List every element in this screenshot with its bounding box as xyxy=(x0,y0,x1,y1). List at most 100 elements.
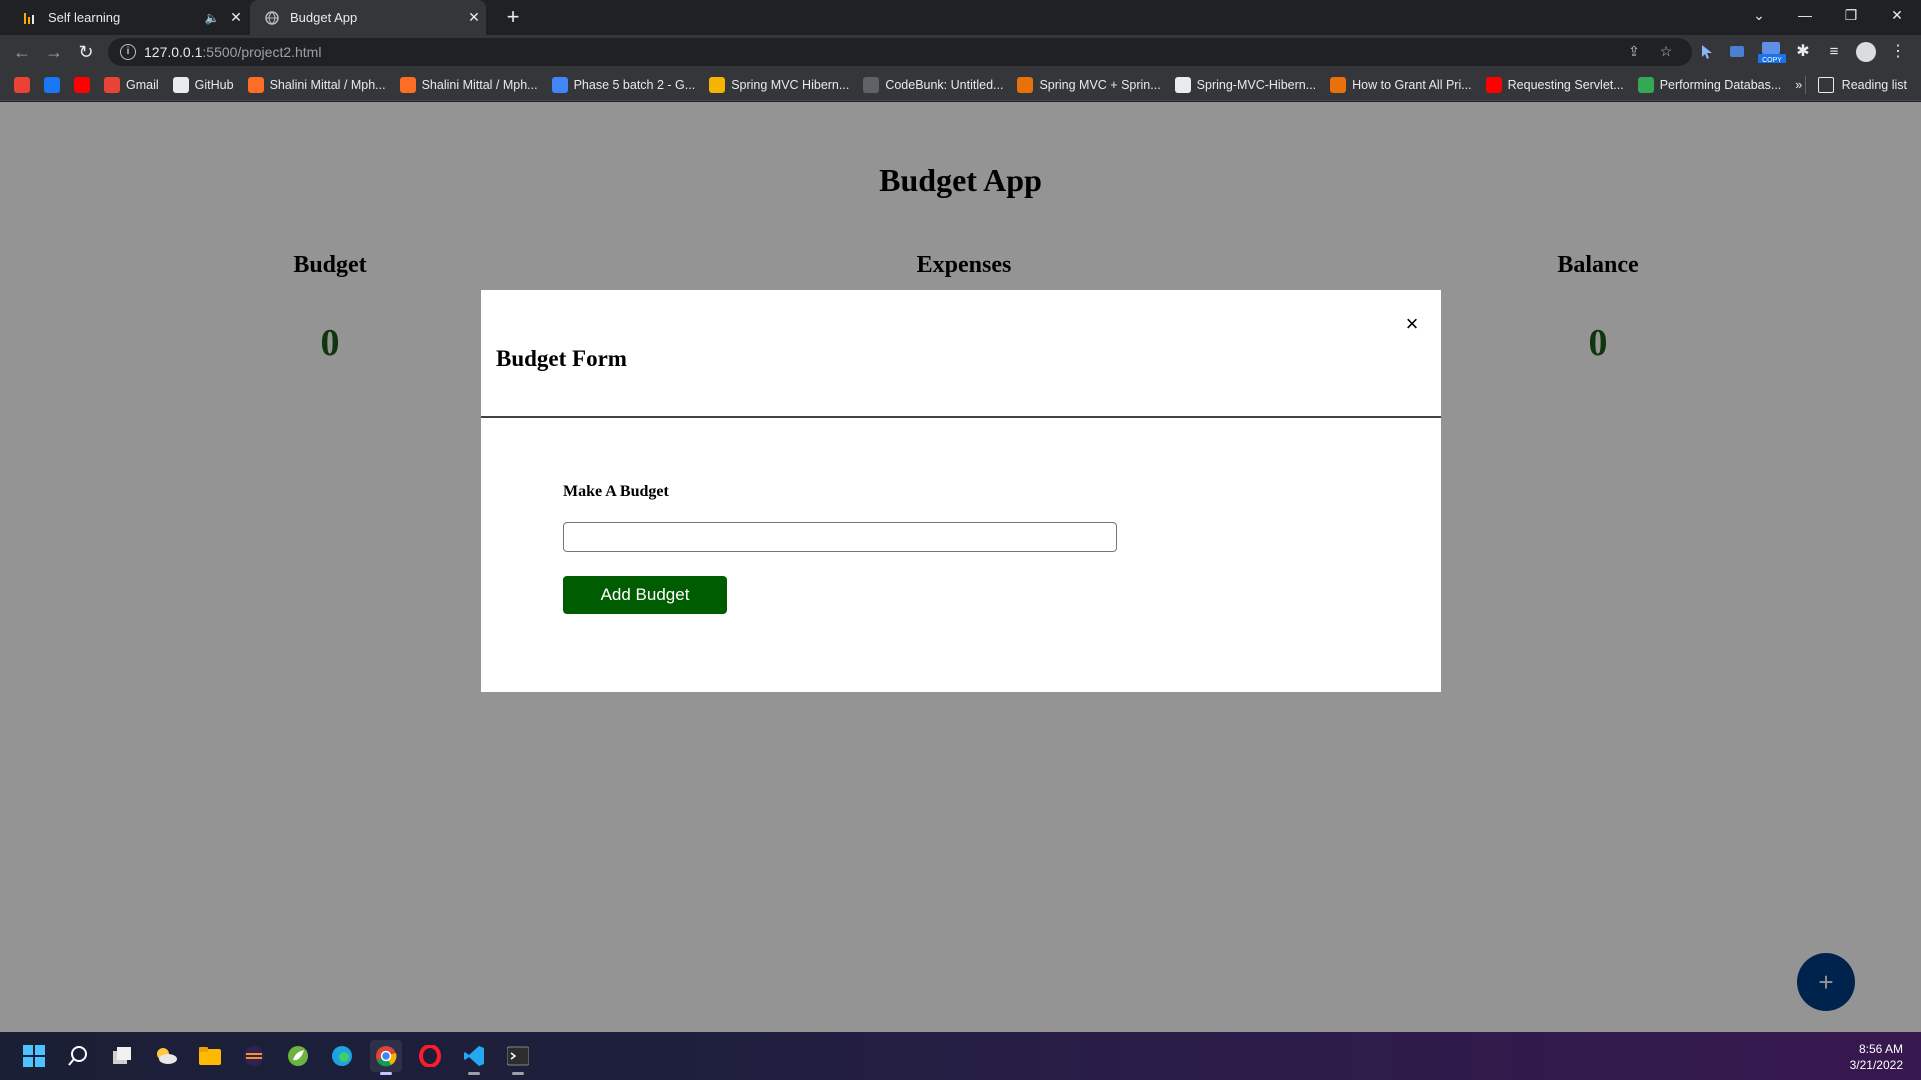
bookmark-item[interactable]: Performing Databas... xyxy=(1637,76,1782,93)
bar-chart-icon xyxy=(22,10,38,26)
forward-icon[interactable]: → xyxy=(42,40,66,64)
bookmark-item[interactable]: Gmail xyxy=(104,76,159,93)
javatpoint-icon xyxy=(1017,76,1034,93)
close-tab-icon[interactable]: ✕ xyxy=(224,9,248,26)
minimize-button[interactable]: — xyxy=(1782,0,1828,30)
tab-search-icon[interactable]: ⌄ xyxy=(1736,0,1782,30)
tab-self-learning[interactable]: Self learning 🔈 ✕ xyxy=(8,0,248,35)
tab-budget-app[interactable]: Budget App ✕ xyxy=(250,0,486,35)
bookmark-item[interactable]: How to Grant All Pri... xyxy=(1330,76,1472,93)
windows-start-icon[interactable] xyxy=(18,1040,50,1072)
weather-icon[interactable] xyxy=(150,1040,182,1072)
globe-icon xyxy=(1174,76,1191,93)
media-queue-icon[interactable]: ≡ xyxy=(1824,42,1844,62)
link-icon xyxy=(1637,76,1654,93)
bookmark-label: Gmail xyxy=(126,77,159,92)
bookmark-label: Shalini Mittal / Mph... xyxy=(269,77,386,92)
bookmark-label: Spring MVC Hibern... xyxy=(731,77,850,92)
spring-tool-suite-icon[interactable] xyxy=(282,1040,314,1072)
search-icon[interactable] xyxy=(62,1040,94,1072)
reading-list-label: Reading list xyxy=(1841,78,1907,92)
clock-date: 3/21/2022 xyxy=(1849,1058,1903,1072)
bookmarks-overflow-icon[interactable]: » xyxy=(1795,78,1802,92)
bookmark-item[interactable]: Requesting Servlet... xyxy=(1485,76,1624,93)
gitlab-icon xyxy=(247,76,264,93)
alert-icon xyxy=(1330,76,1347,93)
youtube-icon xyxy=(74,76,90,93)
tab-strip: Self learning 🔈 ✕ Budget App ✕ + ⌄ — ❐ ✕ xyxy=(0,0,1921,35)
bookmark-label: Spring-MVC-Hibern... xyxy=(1196,77,1317,92)
terminal-icon[interactable] xyxy=(502,1040,534,1075)
reading-list-icon xyxy=(1817,77,1834,93)
extension-cursor-icon[interactable] xyxy=(1697,42,1717,62)
bookmark-label: How to Grant All Pri... xyxy=(1352,77,1472,92)
budget-field-label: Make A Budget xyxy=(563,483,669,500)
edge-icon[interactable] xyxy=(326,1040,358,1072)
globe-icon xyxy=(264,10,280,26)
tab-title: Budget App xyxy=(290,10,358,25)
bookmark-item[interactable]: GitHub xyxy=(172,76,234,93)
back-icon[interactable]: ← xyxy=(10,40,34,64)
reading-list-button[interactable]: Reading list xyxy=(1804,69,1907,101)
menu-kebab-icon[interactable]: ⋮ xyxy=(1888,42,1908,62)
bookmark-label: Spring MVC + Sprin... xyxy=(1039,77,1161,92)
page-icon xyxy=(709,76,726,93)
budget-input[interactable] xyxy=(563,522,1117,552)
vscode-icon[interactable] xyxy=(458,1040,490,1075)
modal-title: Budget Form xyxy=(496,346,627,371)
address-bar[interactable]: i 127.0.0.1:5500/project2.html xyxy=(108,38,1692,66)
url-path: :5500/project2.html xyxy=(202,44,322,60)
file-explorer-icon[interactable] xyxy=(194,1040,226,1072)
modal-header: Budget Form × xyxy=(481,290,1441,418)
bookmark-label: Performing Databas... xyxy=(1659,77,1782,92)
restore-button[interactable]: ❐ xyxy=(1828,0,1874,30)
site-info-icon[interactable]: i xyxy=(120,44,136,60)
profile-avatar[interactable] xyxy=(1856,42,1876,62)
bookmark-label: Phase 5 batch 2 - G... xyxy=(573,77,696,92)
url-host: 127.0.0.1 xyxy=(144,44,203,60)
bookmark-item[interactable]: Spring MVC + Sprin... xyxy=(1017,76,1161,93)
bookmark-item[interactable]: Spring-MVC-Hibern... xyxy=(1174,76,1317,93)
close-icon[interactable]: × xyxy=(1400,312,1424,336)
browser-toolbar: ← → ↻ i 127.0.0.1:5500/project2.html ⇪ ☆… xyxy=(0,35,1921,69)
bookmarks-bar: Gmail GitHub Shalini Mittal / Mph... Shalin… xyxy=(0,69,1921,101)
system-clock[interactable]: 8:56 AM 3/21/2022 xyxy=(1850,1041,1903,1073)
puzzle-extensions-icon[interactable]: ✱ xyxy=(1793,42,1813,62)
eclipse-icon[interactable] xyxy=(238,1040,270,1072)
bookmark-item[interactable]: Phase 5 batch 2 - G... xyxy=(551,76,696,93)
close-tab-icon[interactable]: ✕ xyxy=(462,9,486,26)
bookmark-item[interactable]: CodeBunk: Untitled... xyxy=(863,76,1004,93)
tab-title: Self learning xyxy=(48,10,121,25)
speaker-icon[interactable]: 🔈 xyxy=(202,11,222,25)
new-tab-button[interactable]: + xyxy=(500,4,526,30)
facebook-icon xyxy=(44,76,60,93)
share-icon[interactable]: ⇪ xyxy=(1624,41,1644,61)
divider xyxy=(1804,76,1806,94)
youtube-icon xyxy=(1485,76,1502,93)
budget-form-modal: Budget Form × Make A Budget Add Budget xyxy=(481,290,1441,692)
clock-time: 8:56 AM xyxy=(1858,1042,1903,1056)
bookmark-item[interactable]: Shalini Mittal / Mph... xyxy=(247,76,386,93)
web-page: Budget App Budget 0 Expenses Balance 0 +… xyxy=(0,102,1921,1032)
reload-icon[interactable]: ↻ xyxy=(74,40,98,64)
opera-icon[interactable] xyxy=(414,1040,446,1072)
svg-text:COPY: COPY xyxy=(1762,57,1782,64)
close-window-button[interactable]: ✕ xyxy=(1874,0,1920,30)
bookmark-item[interactable] xyxy=(74,76,90,93)
add-budget-button[interactable]: Add Budget xyxy=(563,576,727,614)
windows-taskbar: 8:56 AM 3/21/2022 xyxy=(0,1032,1921,1080)
bookmark-item[interactable]: Spring MVC Hibern... xyxy=(709,76,850,93)
chrome-icon[interactable] xyxy=(370,1040,402,1075)
extension-copy-icon[interactable]: COPY xyxy=(1758,42,1786,64)
bookmark-label: GitHub xyxy=(194,77,234,92)
bookmark-item[interactable]: Shalini Mittal / Mph... xyxy=(399,76,538,93)
gitlab-icon xyxy=(399,76,416,93)
bookmark-label: Requesting Servlet... xyxy=(1507,77,1624,92)
task-view-icon[interactable] xyxy=(106,1040,138,1072)
bookmark-item[interactable] xyxy=(14,76,30,93)
bookmark-star-icon[interactable]: ☆ xyxy=(1656,41,1676,61)
codebunk-icon xyxy=(863,76,880,93)
extension-window-icon[interactable] xyxy=(1728,42,1748,62)
bookmark-item[interactable] xyxy=(44,76,60,93)
bookmark-label: CodeBunk: Untitled... xyxy=(885,77,1004,92)
